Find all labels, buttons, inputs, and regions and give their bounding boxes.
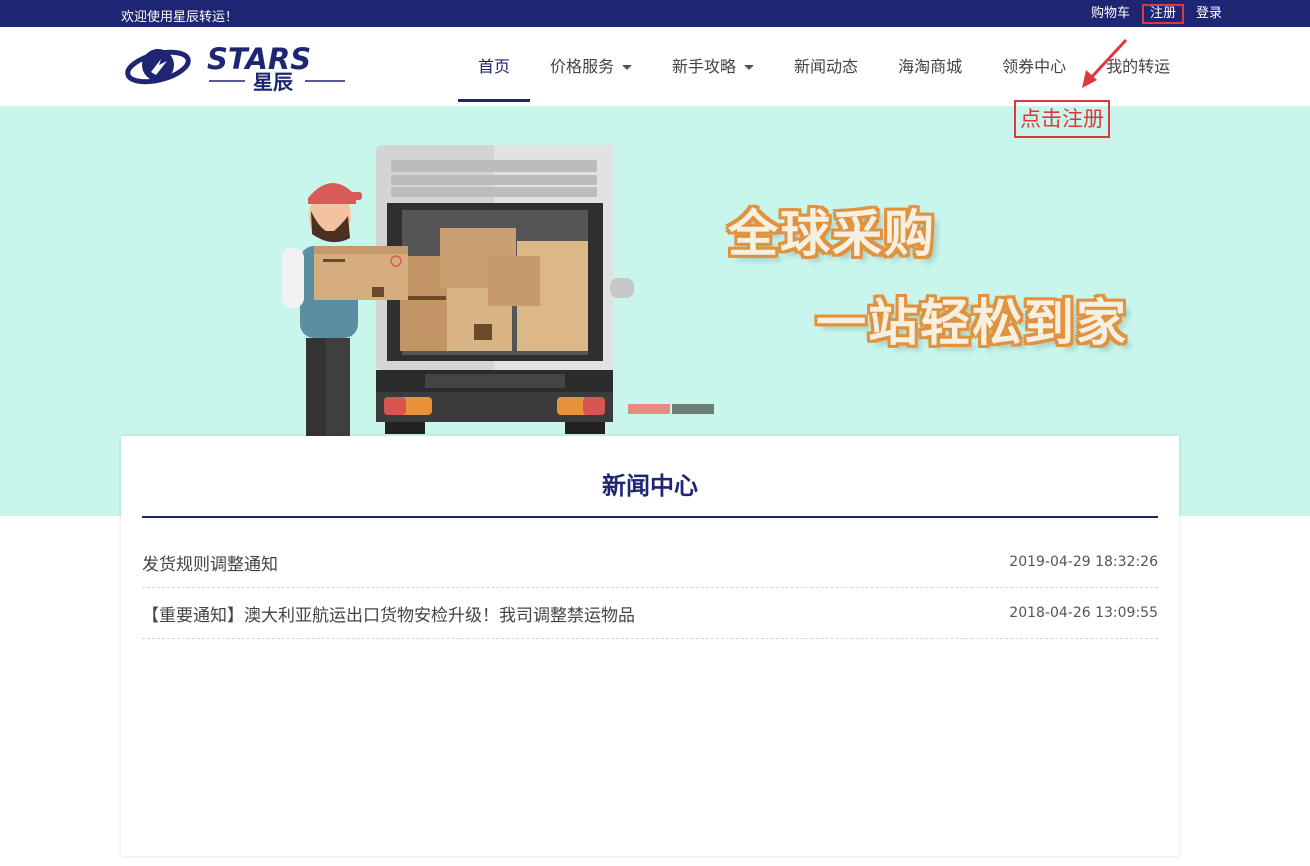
nav-guide-label: 新手攻略 [672,57,737,76]
top-links: 购物车 注册 登录 [1079,4,1222,24]
news-item-title: 发货规则调整通知 [142,554,278,575]
nav-coupons-label: 领券中心 [1002,57,1067,76]
news-item[interactable]: 发货规则调整通知 2019-04-29 18:32:26 [142,537,1158,588]
news-item[interactable]: 【重要通知】澳大利亚航运出口货物安检升级！我司调整禁运物品 2018-04-26… [142,588,1158,639]
welcome-text: 欢迎使用星辰转运！ [121,10,239,25]
slogan-line2: 一站轻松到家 [816,294,1128,352]
carousel-dot-2[interactable] [672,404,714,414]
cart-link[interactable]: 购物车 [1091,6,1130,22]
logo[interactable]: STARS 星辰 [123,37,351,95]
news-item-date: 2019-04-29 18:32:26 [1009,554,1158,570]
top-bar: 欢迎使用星辰转运！ 购物车 注册 登录 [0,0,1310,27]
logo-sub-text: 星辰 [253,70,294,94]
caret-down-icon [622,65,633,70]
nav-my-shipping[interactable]: 我的转运 [1086,27,1190,106]
slogan-line1: 全球采购 [728,205,936,263]
nav-coupons[interactable]: 领券中心 [982,27,1086,106]
main-nav: 首页 价格服务 新手攻略 新闻动态 海淘商城 领券中心 我的转运 [458,27,1190,106]
carousel-indicators [628,404,716,414]
header: STARS 星辰 首页 价格服务 新手攻略 新闻动态 海淘商城 领券中心 我的转… [0,27,1310,106]
nav-home-label: 首页 [478,57,511,76]
nav-news[interactable]: 新闻动态 [774,27,878,106]
nav-pricing-label: 价格服务 [550,57,615,76]
nav-news-label: 新闻动态 [794,57,859,76]
news-item-title: 【重要通知】澳大利亚航运出口货物安检升级！我司调整禁运物品 [142,605,635,626]
nav-home[interactable]: 首页 [458,27,531,106]
title-divider [142,516,1158,518]
news-center-title: 新闻中心 [602,472,698,500]
carousel-dot-1[interactable] [628,404,670,414]
nav-mall-label: 海淘商城 [898,57,963,76]
stars-logo-icon: STARS 星辰 [125,42,345,94]
news-center-card: 新闻中心 发货规则调整通知 2019-04-29 18:32:26 【重要通知】… [121,436,1179,856]
nav-mall[interactable]: 海淘商城 [878,27,982,106]
nav-my-shipping-label: 我的转运 [1106,57,1171,76]
nav-guide[interactable]: 新手攻略 [652,27,774,106]
nav-pricing[interactable]: 价格服务 [530,27,652,106]
login-link[interactable]: 登录 [1196,6,1222,22]
register-link[interactable]: 注册 [1141,4,1184,24]
news-list: 发货规则调整通知 2019-04-29 18:32:26 【重要通知】澳大利亚航… [142,537,1158,639]
caret-down-icon [744,65,755,70]
news-item-date: 2018-04-26 13:09:55 [1009,605,1158,621]
annotation-click-register: 点击注册 [1014,100,1110,138]
